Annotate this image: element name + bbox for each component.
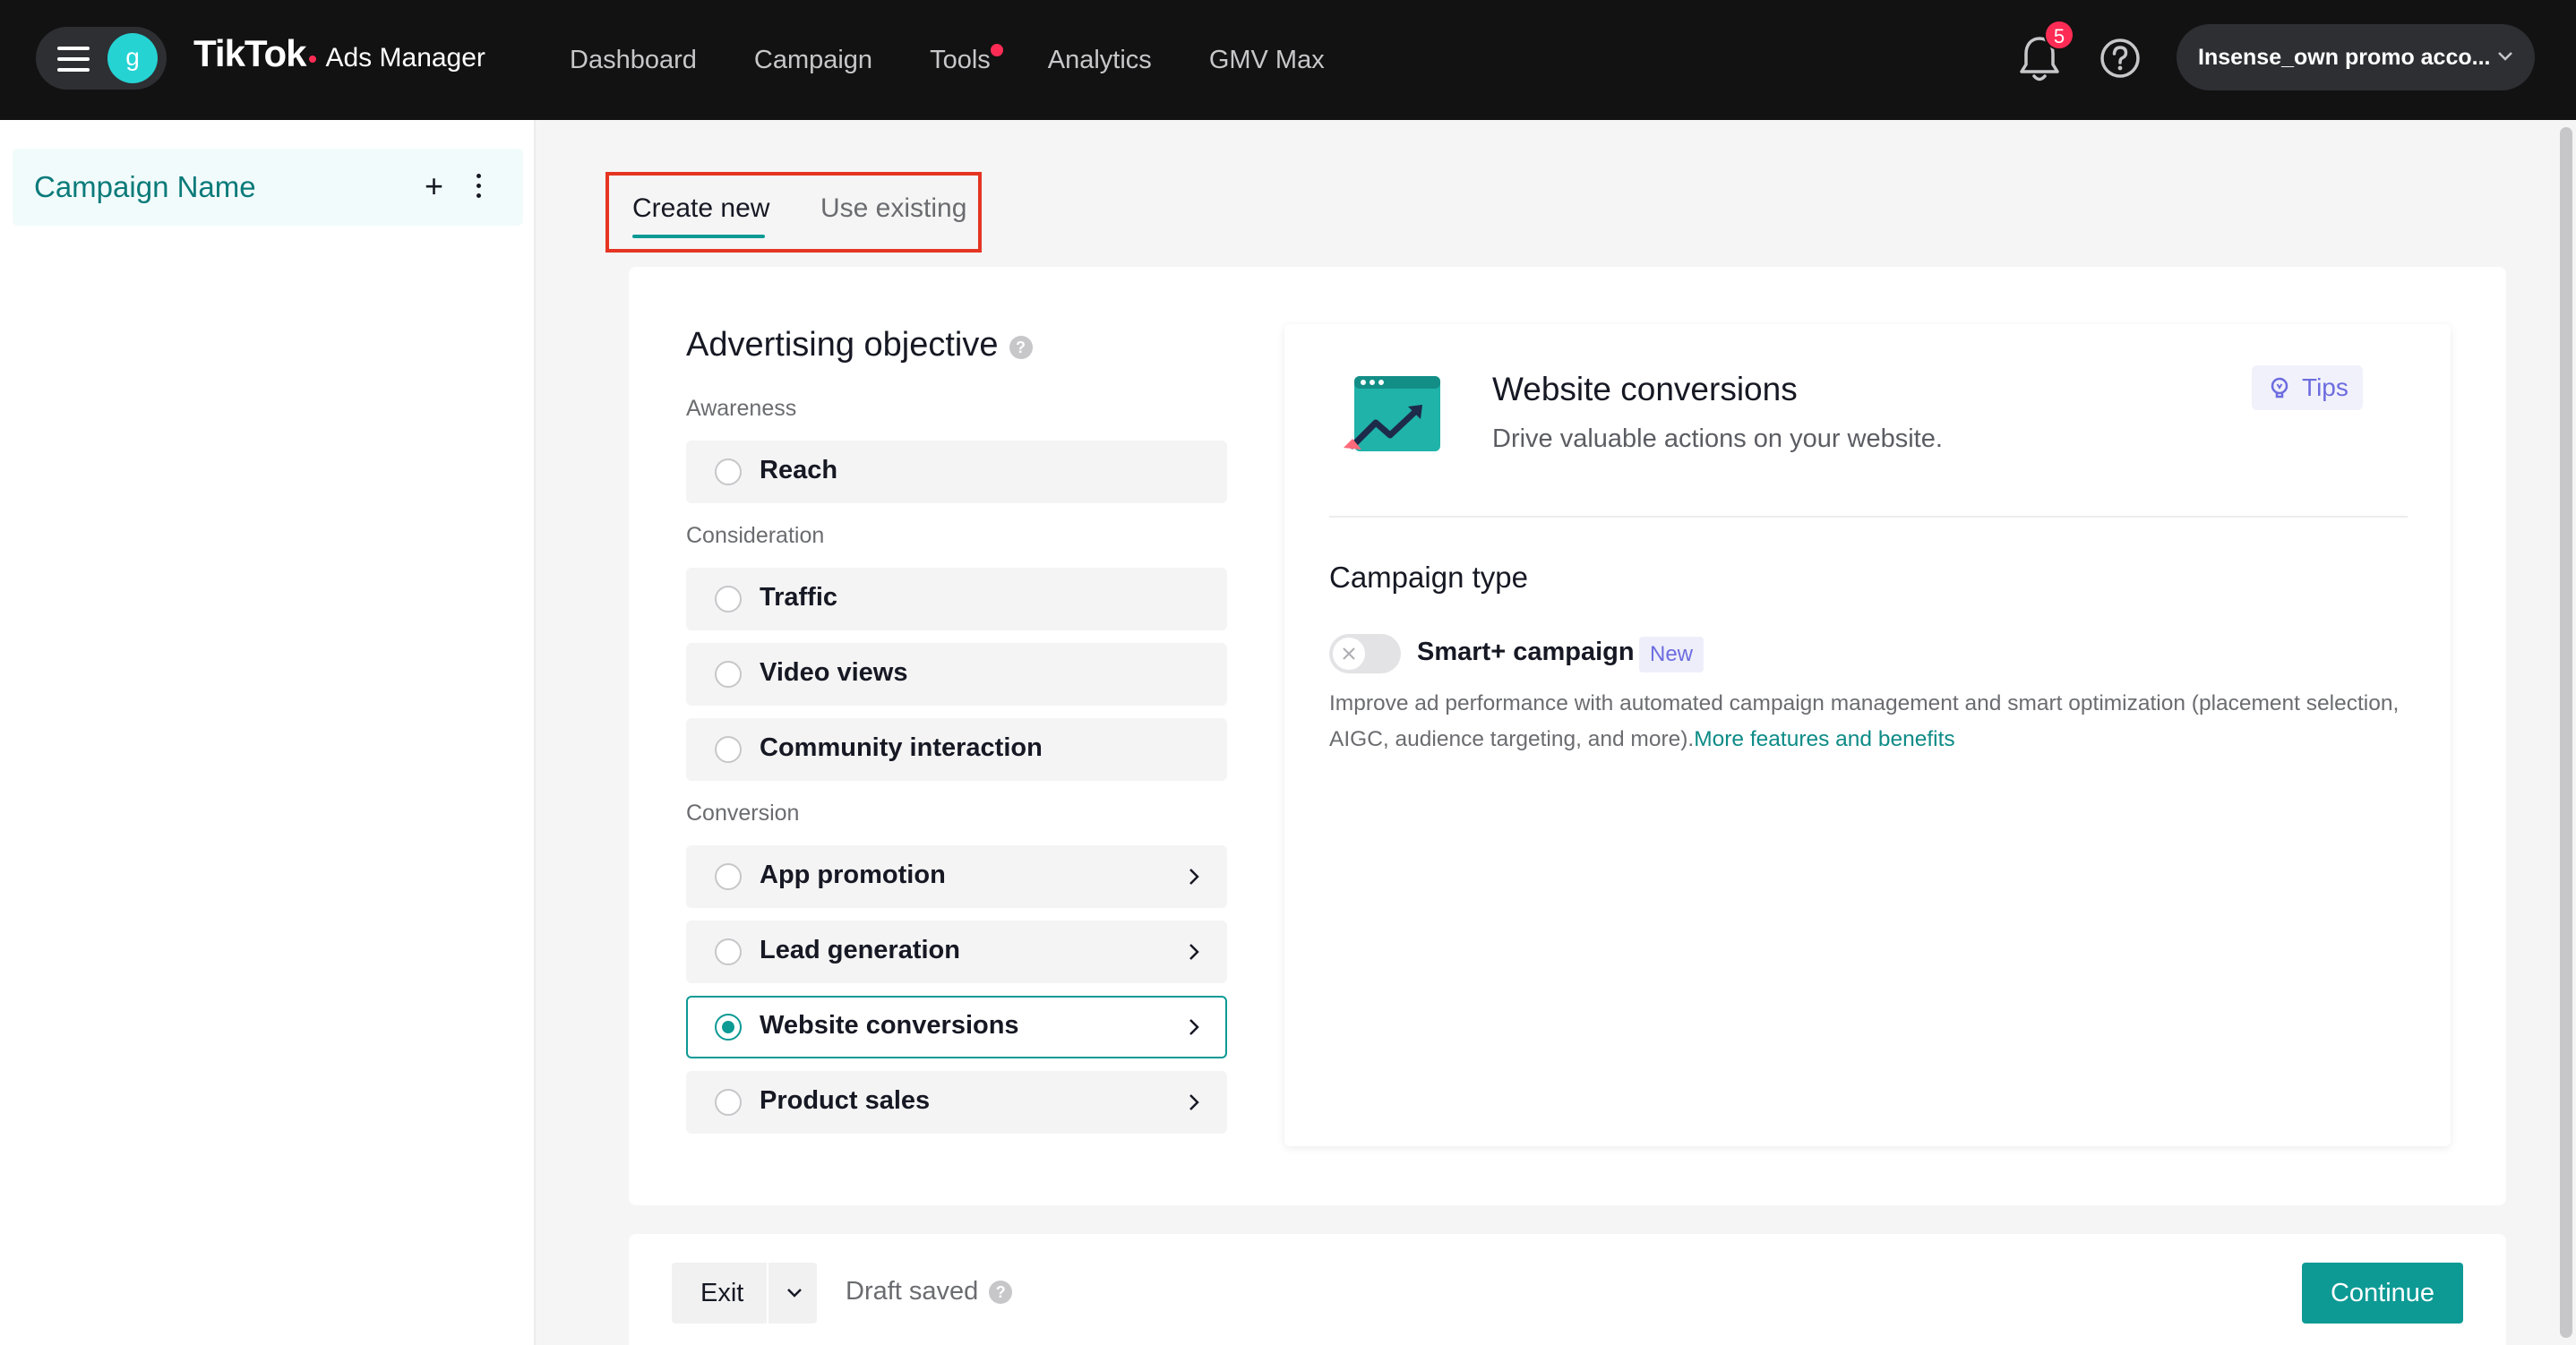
more-options-icon[interactable] xyxy=(477,174,482,199)
option-label: Traffic xyxy=(760,583,838,612)
detail-description: Drive valuable actions on your website. xyxy=(1492,424,1943,453)
top-navigation-bar: g TikTok Ads Manager Dashboard Campaign … xyxy=(0,0,2576,120)
user-avatar[interactable]: g xyxy=(107,33,158,83)
objective-option-lead-generation[interactable]: Lead generation xyxy=(686,921,1227,983)
main-nav: Dashboard Campaign Tools Analytics GMV M… xyxy=(570,0,1382,120)
chevron-down-icon[interactable] xyxy=(786,1288,803,1298)
active-tab-indicator xyxy=(632,235,765,238)
nav-gmv-max[interactable]: GMV Max xyxy=(1209,46,1325,75)
group-label-conversion: Conversion xyxy=(686,801,800,826)
tips-button[interactable]: Tips xyxy=(2252,365,2363,410)
radio-button[interactable] xyxy=(715,1089,742,1116)
new-badge: New xyxy=(1639,637,1704,672)
help-icon[interactable]: ? xyxy=(989,1281,1013,1304)
option-label: Video views xyxy=(760,658,908,687)
tab-use-existing[interactable]: Use existing xyxy=(820,193,966,224)
toggle-knob xyxy=(1333,638,1365,670)
option-label: Community interaction xyxy=(760,733,1043,762)
smart-plus-toggle[interactable] xyxy=(1329,634,1401,673)
draft-status-text: Draft saved xyxy=(846,1277,979,1306)
chevron-right-icon xyxy=(1189,1019,1199,1035)
page-scrollbar[interactable] xyxy=(2556,120,2576,1345)
hamburger-menu-icon[interactable] xyxy=(57,47,90,72)
divider xyxy=(1329,516,2408,518)
objective-title-text: Advertising objective xyxy=(686,326,999,364)
chevron-right-icon xyxy=(1189,1094,1199,1110)
tab-create-new[interactable]: Create new xyxy=(632,193,769,224)
detail-title: Website conversions xyxy=(1492,371,1798,407)
objective-option-website-conversions[interactable]: Website conversions xyxy=(686,996,1227,1058)
chevron-right-icon xyxy=(1189,944,1199,960)
help-icon[interactable]: ? xyxy=(1009,336,1033,359)
radio-button[interactable] xyxy=(715,938,742,965)
radio-button[interactable] xyxy=(715,863,742,890)
objective-detail-panel: Website conversions Drive valuable actio… xyxy=(1284,324,2451,1146)
campaign-type-title: Campaign type xyxy=(1329,561,1528,594)
option-label: App promotion xyxy=(760,861,946,889)
radio-button[interactable] xyxy=(715,586,742,613)
radio-button[interactable] xyxy=(715,736,742,763)
objective-option-app-promotion[interactable]: App promotion xyxy=(686,845,1227,908)
campaign-sidebar: Campaign Name + xyxy=(0,120,536,1345)
brand-dot-icon xyxy=(309,56,317,63)
campaign-source-tabs: Create new Use existing xyxy=(605,172,982,253)
exit-button[interactable]: Exit xyxy=(700,1279,743,1308)
group-label-awareness: Awareness xyxy=(686,396,797,421)
draft-status: Draft saved? xyxy=(846,1277,1013,1306)
sidebar-item-campaign[interactable]: Campaign Name + xyxy=(13,149,523,226)
radio-button[interactable] xyxy=(715,661,742,688)
exit-button-group: Exit xyxy=(672,1263,817,1324)
advertising-objective-title: Advertising objective? xyxy=(686,326,1033,364)
objective-option-product-sales[interactable]: Product sales xyxy=(686,1071,1227,1134)
radio-button-selected[interactable] xyxy=(715,1014,742,1041)
notification-count-badge: 5 xyxy=(2044,20,2074,50)
campaign-name-label: Campaign Name xyxy=(34,170,256,203)
nav-tools-label: Tools xyxy=(930,45,991,74)
continue-button[interactable]: Continue xyxy=(2302,1263,2463,1324)
account-switcher[interactable]: Insense_own promo acco... xyxy=(2177,24,2535,90)
nav-tools[interactable]: Tools xyxy=(930,43,1003,75)
bottom-action-bar: Exit Draft saved? Continue xyxy=(629,1234,2506,1345)
option-label: Product sales xyxy=(760,1086,931,1115)
option-label: Reach xyxy=(760,456,838,484)
nav-analytics[interactable]: Analytics xyxy=(1048,46,1152,75)
button-separator xyxy=(767,1263,769,1324)
nav-campaign[interactable]: Campaign xyxy=(754,46,872,75)
close-icon xyxy=(1343,647,1355,660)
tiktok-ads-manager-logo[interactable]: TikTok Ads Manager xyxy=(193,32,485,82)
brand-subtitle: Ads Manager xyxy=(325,43,485,73)
help-icon[interactable] xyxy=(2099,38,2141,79)
radio-button[interactable] xyxy=(715,458,742,485)
objective-option-community-interaction[interactable]: Community interaction xyxy=(686,718,1227,781)
group-label-consideration: Consideration xyxy=(686,523,825,548)
option-label: Lead generation xyxy=(760,936,960,964)
menu-toggle[interactable]: g xyxy=(36,27,167,90)
add-icon[interactable]: + xyxy=(425,168,443,204)
new-indicator-dot-icon xyxy=(990,43,1003,56)
scrollbar-thumb[interactable] xyxy=(2560,127,2572,1338)
objective-option-reach[interactable]: Reach xyxy=(686,441,1227,503)
smart-plus-description: Improve ad performance with automated ca… xyxy=(1329,686,2404,758)
lightbulb-icon xyxy=(2271,377,2288,398)
objective-option-traffic[interactable]: Traffic xyxy=(686,568,1227,630)
option-label: Website conversions xyxy=(760,1011,1019,1040)
tips-label: Tips xyxy=(2302,373,2348,401)
more-features-link[interactable]: More features and benefits xyxy=(1694,727,1954,751)
chevron-right-icon xyxy=(1189,869,1199,885)
nav-dashboard[interactable]: Dashboard xyxy=(570,46,697,75)
objective-option-video-views[interactable]: Video views xyxy=(686,643,1227,706)
website-conversions-icon xyxy=(1344,376,1440,451)
brand-name: TikTok xyxy=(193,32,306,74)
smart-plus-label: Smart+ campaign xyxy=(1417,638,1635,666)
account-name: Insense_own promo acco... xyxy=(2198,45,2491,70)
objective-card: Advertising objective? Awareness Reach C… xyxy=(629,267,2506,1205)
chevron-down-icon xyxy=(2498,52,2512,61)
